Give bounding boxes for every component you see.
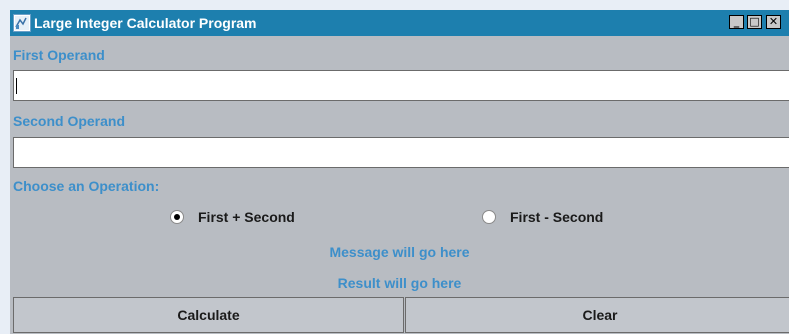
first-operand-label: First Operand	[13, 47, 105, 63]
radio-add[interactable]	[170, 210, 184, 224]
radio-subtract-label: First - Second	[510, 209, 604, 225]
minimize-button[interactable]: _	[729, 15, 744, 29]
maximize-button[interactable]: □	[747, 15, 762, 29]
first-operand-input[interactable]	[13, 70, 789, 101]
second-operand-input[interactable]	[13, 137, 789, 168]
second-operand-label: Second Operand	[13, 113, 126, 129]
radio-add-label: First + Second	[198, 209, 295, 225]
title-bar[interactable]: Large Integer Calculator Program _ □ ✕	[10, 10, 789, 36]
app-icon	[13, 14, 31, 32]
operation-label: Choose an Operation:	[13, 178, 160, 194]
radio-subtract[interactable]	[482, 210, 496, 224]
calculator-window: Large Integer Calculator Program _ □ ✕ F…	[10, 10, 789, 334]
clear-button[interactable]: Clear	[405, 297, 789, 333]
window-title: Large Integer Calculator Program	[34, 15, 257, 31]
message-text: Message will go here	[329, 244, 470, 260]
text-caret	[16, 78, 17, 94]
close-button[interactable]: ✕	[766, 15, 781, 29]
calculate-button[interactable]: Calculate	[13, 297, 404, 333]
result-text: Result will go here	[337, 275, 462, 291]
